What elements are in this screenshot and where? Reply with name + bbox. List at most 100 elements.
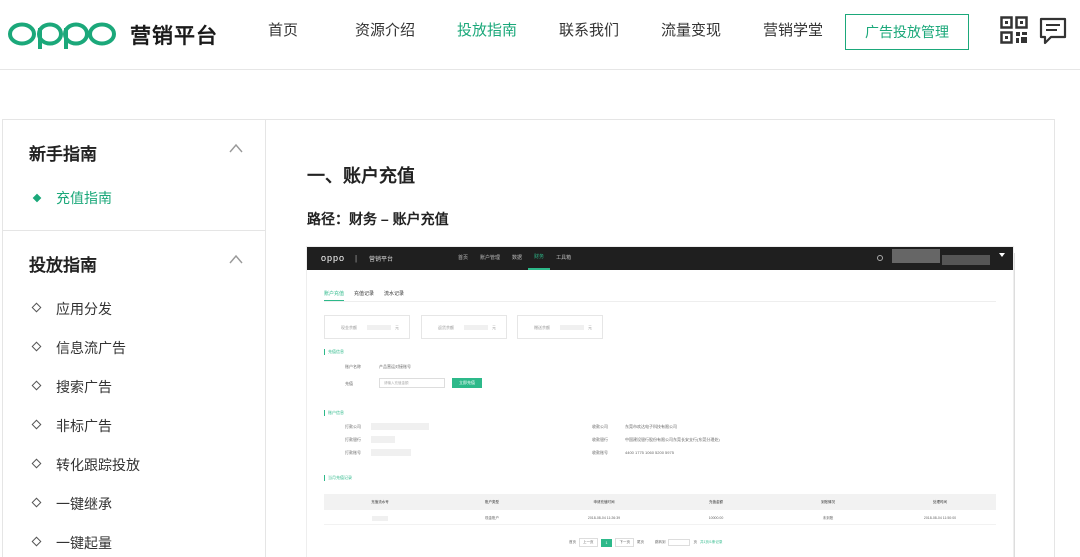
screenshot-tab: 充值记录 [354, 291, 375, 297]
nav-resources[interactable]: 资源介绍 [334, 0, 436, 70]
screenshot-balance-card: 现金余额 元 [324, 315, 410, 339]
message-icon[interactable] [1038, 16, 1068, 46]
oppo-logo-mark [8, 22, 116, 49]
diamond-bullet-icon [31, 458, 42, 469]
nav-guide[interactable]: 投放指南 [436, 0, 538, 70]
sidebar-item-recharge-guide[interactable]: 充值指南 [3, 180, 265, 219]
screenshot-redacted-account-id [942, 255, 990, 265]
screenshot-logo: oppo [321, 253, 346, 263]
sidebar-item-label: 信息流广告 [56, 340, 126, 356]
sidebar-item-conversion-tracking[interactable]: 转化跟踪投放 [3, 447, 265, 486]
screenshot-nav-item: 数据 [512, 255, 523, 261]
screenshot-pagination: 首页 上一页 1 下一页 尾页 跳转到 页 共1页/1条记录 [569, 538, 722, 547]
screenshot-value: 4400 1775 1060 5200 5975 [625, 450, 674, 455]
chevron-up-icon[interactable] [229, 253, 243, 267]
guide-content: 一、账户充值 路径：财务 – 账户充值 oppo | 营销平台 首页 账户管理 … [266, 119, 1055, 557]
screenshot-redacted-value [371, 449, 411, 456]
screenshot-label: 充值 [345, 381, 353, 386]
screenshot-tab-active: 账户充值 [324, 290, 345, 301]
screenshot-column-header: 充值金额 [709, 500, 723, 504]
qr-code-icon[interactable] [1000, 16, 1028, 44]
screenshot-label: 收款账号 [592, 450, 608, 455]
screenshot-separator: | [355, 254, 358, 263]
sidebar-item-label: 非标广告 [56, 418, 112, 434]
sidebar-item-label: 转化跟踪投放 [56, 457, 140, 473]
screenshot-column-header: 充值流水号 [371, 500, 389, 504]
sidebar-group-beginner[interactable]: 新手指南 [3, 120, 265, 180]
nav-home[interactable]: 首页 [232, 0, 334, 70]
screenshot-balance-card: 返货余额 元 [421, 315, 507, 339]
sidebar-group-delivery[interactable]: 投放指南 [3, 231, 265, 291]
sidebar-item-label: 充值指南 [56, 190, 112, 206]
diamond-bullet-icon [32, 193, 42, 203]
screenshot-table-cell: 10000.00 [708, 516, 724, 520]
oppo-logo[interactable] [6, 14, 116, 50]
screenshot-balance-label: 现金余额 [341, 325, 357, 330]
ad-management-button[interactable]: 广告投放管理 [845, 14, 969, 50]
screenshot-redacted-value [464, 325, 488, 330]
screenshot-pager-unit: 页 [693, 540, 697, 544]
screenshot-label: 打款公司 [345, 424, 361, 429]
screenshot-nav-item: 首页 [458, 255, 469, 261]
screenshot-nav: 首页 账户管理 数据 财务 工具箱 [452, 247, 577, 270]
screenshot-tabs: 账户充值 充值记录 流水记录 [324, 290, 404, 301]
sidebar-item-label: 一键继承 [56, 496, 112, 512]
screenshot-value: 产品营运对接账号 [379, 364, 411, 369]
sidebar-item-search-ads[interactable]: 搜索广告 [3, 369, 265, 408]
sidebar-item-app-distribution[interactable]: 应用分发 [3, 291, 265, 330]
nav-contact[interactable]: 联系我们 [538, 0, 640, 70]
sidebar-item-nonstandard-ads[interactable]: 非标广告 [3, 408, 265, 447]
sidebar-item-label: 一键起量 [56, 535, 112, 551]
screenshot-label: 收款银行 [592, 437, 608, 442]
screenshot-label: 账户名称 [345, 364, 361, 369]
screenshot-table-row: 现金账户 2018-08-04 11:26:39 10000.00 未到账 20… [324, 511, 996, 525]
sidebar-group-title: 投放指南 [29, 256, 97, 275]
screenshot-section-records: 当月充值记录 [324, 475, 352, 481]
sidebar-item-feed-ads[interactable]: 信息流广告 [3, 330, 265, 369]
screenshot-redacted-value [367, 325, 391, 330]
nav-academy[interactable]: 营销学堂 [742, 0, 844, 70]
screenshot-pager-next: 下一页 [615, 538, 634, 547]
screenshot-pager-input [668, 539, 691, 546]
sidebar-item-one-click-inherit[interactable]: 一键继承 [3, 486, 265, 525]
platform-name: 营销平台 [130, 25, 218, 48]
screenshot-brand: 营销平台 [369, 257, 394, 263]
sidebar-item-one-click-boost[interactable]: 一键起量 [3, 525, 265, 557]
screenshot-table-header: 充值流水号 账户类型 申请充值时间 充值金额 到账情况 处理时间 [324, 494, 996, 510]
screenshot-label: 打款银行 [345, 437, 361, 442]
screenshot-label: 打款账号 [345, 450, 361, 455]
screenshot-tab: 流水记录 [384, 291, 405, 297]
diamond-bullet-icon [31, 302, 42, 313]
diamond-bullet-icon [31, 497, 42, 508]
screenshot-balance-unit: 元 [588, 325, 592, 330]
screenshot-redacted-value [371, 423, 429, 430]
diamond-bullet-icon [31, 341, 42, 352]
screenshot-value: 东莞市欢达电子科技有限公司 [625, 424, 677, 429]
screenshot-table-cell: 2018-08-04 11:26:39 [587, 516, 621, 520]
screenshot-balance-card: 赠送余额 元 [517, 315, 603, 339]
screenshot-pager-prev: 上一页 [579, 538, 598, 547]
screenshot-pager-jump-label: 跳转到 [654, 540, 666, 544]
recharge-page-screenshot: oppo | 营销平台 首页 账户管理 数据 财务 工具箱 账户充值 充值记录 … [307, 247, 1013, 557]
screenshot-redacted-value [371, 436, 395, 443]
chevron-up-icon[interactable] [229, 142, 243, 156]
nav-monetization[interactable]: 流量变现 [640, 0, 742, 70]
screenshot-table-cell: 现金账户 [485, 516, 499, 520]
screenshot-nav-item: 工具箱 [556, 255, 572, 261]
screenshot-column-header: 账户类型 [485, 500, 499, 504]
screenshot-pager-total: 共1页/1条记录 [699, 540, 723, 544]
screenshot-table-cell: 2018-08-04 11:50:00 [923, 516, 957, 520]
top-header: 营销平台 首页 资源介绍 投放指南 联系我们 流量变现 营销学堂 广告投放管理 [0, 0, 1080, 70]
screenshot-tab-underline [324, 301, 996, 302]
screenshot-recharge-button: 立即充值 [452, 378, 482, 388]
section-title: 一、账户充值 [307, 166, 415, 186]
path-description: 路径：财务 – 账户充值 [307, 211, 449, 227]
main-nav: 首页 资源介绍 投放指南 联系我们 流量变现 营销学堂 [232, 0, 844, 70]
screenshot-balance-unit: 元 [492, 325, 496, 330]
screenshot-column-header: 申请充值时间 [593, 500, 615, 504]
screenshot-label: 收款公司 [592, 424, 608, 429]
screenshot-pager-current: 1 [600, 538, 613, 547]
screenshot-pager-last: 尾页 [636, 540, 644, 544]
screenshot-caret-down-icon [999, 253, 1005, 257]
sidebar-group-title: 新手指南 [29, 145, 97, 164]
